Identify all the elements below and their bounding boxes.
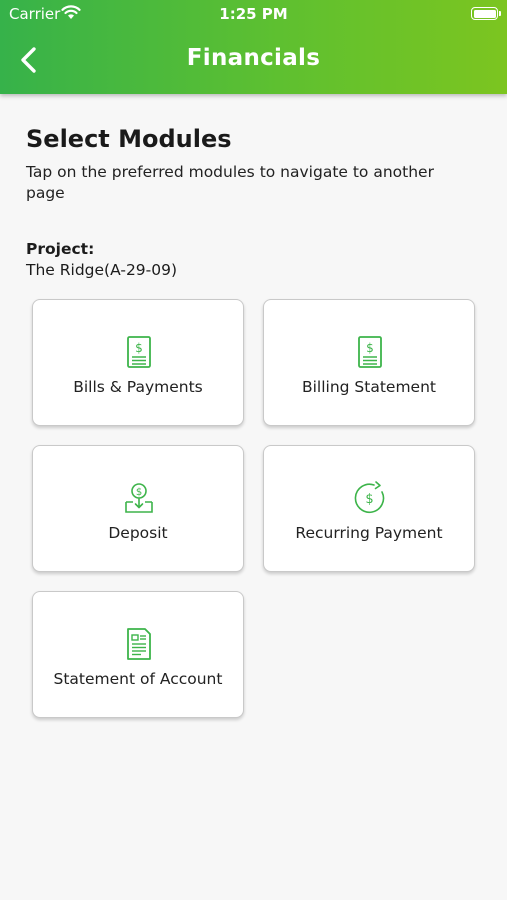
module-label: Deposit xyxy=(108,524,168,542)
module-card-deposit[interactable]: $ Deposit xyxy=(32,445,244,572)
battery-icon xyxy=(471,7,501,20)
section-subtitle: Tap on the preferred modules to navigate… xyxy=(26,163,434,202)
bill-document-icon: $ xyxy=(127,336,151,368)
module-label: Recurring Payment xyxy=(295,524,443,542)
section-heading: Select Modules xyxy=(26,125,232,153)
svg-text:$: $ xyxy=(136,487,142,498)
module-card-billing-statement[interactable]: $ Billing Statement xyxy=(263,299,475,426)
deposit-box-icon: $ xyxy=(125,483,153,513)
recurring-payment-icon: $ xyxy=(354,481,385,514)
svg-text:$: $ xyxy=(366,341,374,355)
billing-statement-icon: $ xyxy=(358,336,382,368)
module-card-recurring-payment[interactable]: $ Recurring Payment xyxy=(263,445,475,572)
module-card-statement-of-account[interactable]: Statement of Account xyxy=(32,591,244,718)
module-label: Statement of Account xyxy=(53,670,223,688)
status-time: 1:25 PM xyxy=(219,5,288,23)
status-bar: Carrier 1:25 PM xyxy=(0,0,507,28)
module-card-bills-payments[interactable]: $ Bills & Payments xyxy=(32,299,244,426)
module-label: Billing Statement xyxy=(301,378,436,396)
app-header: Carrier 1:25 PM Financials xyxy=(0,0,507,94)
page-title: Financials xyxy=(186,45,321,71)
svg-text:$: $ xyxy=(365,492,373,507)
svg-text:$: $ xyxy=(135,341,143,355)
project-value: The Ridge(A-29-09) xyxy=(26,261,178,279)
project-label: Project: xyxy=(26,240,95,258)
module-label: Bills & Payments xyxy=(73,378,203,396)
statement-document-icon xyxy=(127,628,151,660)
